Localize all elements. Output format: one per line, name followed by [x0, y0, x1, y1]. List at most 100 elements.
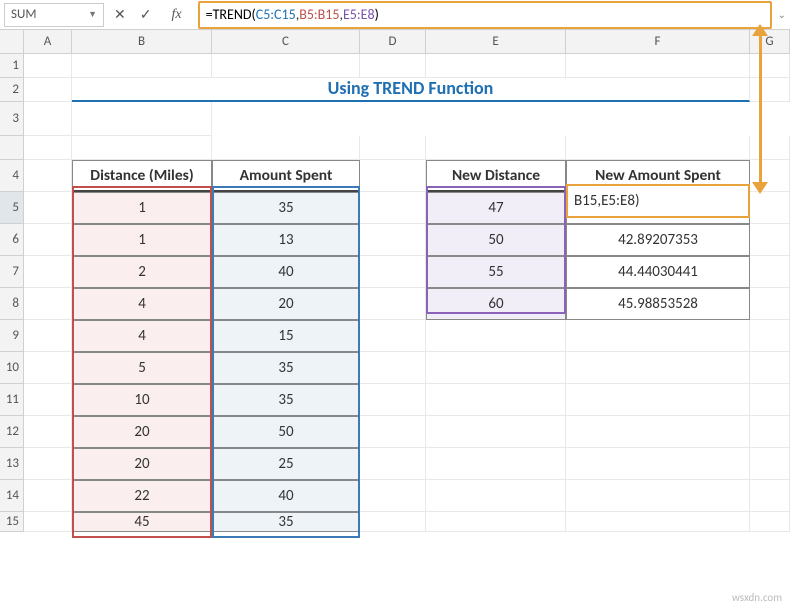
cell-F13[interactable]: [566, 448, 750, 480]
cell-E11[interactable]: [426, 384, 566, 416]
cell-D3[interactable]: [360, 136, 426, 160]
cell-G6[interactable]: [750, 224, 790, 256]
cell-A1[interactable]: [24, 54, 72, 78]
cell-E14[interactable]: [426, 480, 566, 512]
cell-B10[interactable]: 5: [72, 352, 212, 384]
cell-A6[interactable]: [24, 224, 72, 256]
row-header-3[interactable]: 3: [0, 102, 24, 136]
cell-E15[interactable]: [426, 512, 566, 532]
cell-F8[interactable]: 45.98853528: [566, 288, 750, 320]
cell-B5[interactable]: 1: [72, 192, 212, 224]
cell-G1[interactable]: [750, 54, 790, 78]
cell-A4[interactable]: [24, 160, 72, 192]
select-all-corner[interactable]: [0, 30, 24, 54]
cell-G9[interactable]: [750, 320, 790, 352]
row-header-2[interactable]: 2: [0, 78, 24, 102]
cell-E5[interactable]: 47: [426, 192, 566, 224]
editing-cell-F5[interactable]: B15,E5:E8): [566, 184, 750, 218]
cell-G15[interactable]: [750, 512, 790, 532]
cell-D9[interactable]: [360, 320, 426, 352]
cell-A2[interactable]: [72, 102, 212, 136]
cell-D11[interactable]: [360, 384, 426, 416]
cell-D15[interactable]: [360, 512, 426, 532]
row-header-11[interactable]: 11: [0, 384, 24, 416]
col-header-E[interactable]: E: [426, 30, 566, 54]
cell-D5[interactable]: [360, 192, 426, 224]
cell-E13[interactable]: [426, 448, 566, 480]
cell-D12[interactable]: [360, 416, 426, 448]
cell-F3[interactable]: [566, 136, 750, 160]
cell-A14[interactable]: [24, 480, 72, 512]
expand-formula-bar-icon[interactable]: ⌄: [778, 8, 786, 21]
cell-A11[interactable]: [24, 384, 72, 416]
chevron-down-icon[interactable]: ▼: [88, 9, 97, 20]
row-header-15[interactable]: 15: [0, 512, 24, 532]
cell-C7[interactable]: 40: [212, 256, 360, 288]
row-header-4[interactable]: 4: [0, 160, 24, 192]
cell-B14[interactable]: 22: [72, 480, 212, 512]
header-new-distance[interactable]: New Distance: [426, 160, 566, 192]
cell-E12[interactable]: [426, 416, 566, 448]
cell-B6[interactable]: 1: [72, 224, 212, 256]
cell-B8[interactable]: 4: [72, 288, 212, 320]
cell-B13[interactable]: 20: [72, 448, 212, 480]
cell-F14[interactable]: [566, 480, 750, 512]
formula-bar[interactable]: =TREND(C5:C15,B5:B15,E5:E8): [198, 1, 772, 29]
cell-A3b[interactable]: [24, 136, 72, 160]
cell-C9[interactable]: 15: [212, 320, 360, 352]
cell-A7[interactable]: [24, 256, 72, 288]
cell-G11[interactable]: [750, 384, 790, 416]
cell-E10[interactable]: [426, 352, 566, 384]
cell-C5[interactable]: 35: [212, 192, 360, 224]
cell-D13[interactable]: [360, 448, 426, 480]
cell-E9[interactable]: [426, 320, 566, 352]
cell-C8[interactable]: 20: [212, 288, 360, 320]
cell-F7[interactable]: 44.44030441: [566, 256, 750, 288]
cell-E7[interactable]: 55: [426, 256, 566, 288]
cell-G13[interactable]: [750, 448, 790, 480]
cell-G5[interactable]: [750, 192, 790, 224]
cell-B7[interactable]: 2: [72, 256, 212, 288]
cell-B3[interactable]: [72, 136, 212, 160]
cell-A2b[interactable]: [24, 78, 72, 102]
row-header-12[interactable]: 12: [0, 416, 24, 448]
row-header-13[interactable]: 13: [0, 448, 24, 480]
row-header-9[interactable]: 9: [0, 320, 24, 352]
cell-A15[interactable]: [24, 512, 72, 532]
row-header-10[interactable]: 10: [0, 352, 24, 384]
cell-E3[interactable]: [426, 136, 566, 160]
cell-C15[interactable]: 35: [212, 512, 360, 532]
cell-C12[interactable]: 50: [212, 416, 360, 448]
spreadsheet-grid[interactable]: A B C D E F G 1 2 Using TREND Function 3…: [0, 30, 790, 532]
fx-icon[interactable]: fx: [165, 7, 187, 23]
cell-G12[interactable]: [750, 416, 790, 448]
row-header-6[interactable]: 6: [0, 224, 24, 256]
cell-B15[interactable]: 45: [72, 512, 212, 532]
cell-C13[interactable]: 25: [212, 448, 360, 480]
cell-C14[interactable]: 40: [212, 480, 360, 512]
cell-D14[interactable]: [360, 480, 426, 512]
cell-C10[interactable]: 35: [212, 352, 360, 384]
row-header-1[interactable]: 1: [0, 54, 24, 78]
confirm-icon[interactable]: ✓: [140, 6, 152, 23]
cell-B1[interactable]: [72, 54, 212, 78]
cell-F9[interactable]: [566, 320, 750, 352]
cell-F12[interactable]: [566, 416, 750, 448]
cell-G10[interactable]: [750, 352, 790, 384]
cell-B11[interactable]: 10: [72, 384, 212, 416]
cell-A8[interactable]: [24, 288, 72, 320]
cell-F10[interactable]: [566, 352, 750, 384]
row-header-7[interactable]: 7: [0, 256, 24, 288]
col-header-F[interactable]: F: [566, 30, 750, 54]
cell-D4[interactable]: [360, 160, 426, 192]
cell-A12[interactable]: [24, 416, 72, 448]
row-header-3b[interactable]: [0, 136, 24, 160]
cell-D6[interactable]: [360, 224, 426, 256]
cell-G7[interactable]: [750, 256, 790, 288]
cell-F15[interactable]: [566, 512, 750, 532]
cell-C1[interactable]: [212, 54, 360, 78]
col-header-A[interactable]: A: [24, 30, 72, 54]
cell-B9[interactable]: 4: [72, 320, 212, 352]
title-cell[interactable]: Using TREND Function: [72, 78, 750, 102]
cell-C6[interactable]: 13: [212, 224, 360, 256]
